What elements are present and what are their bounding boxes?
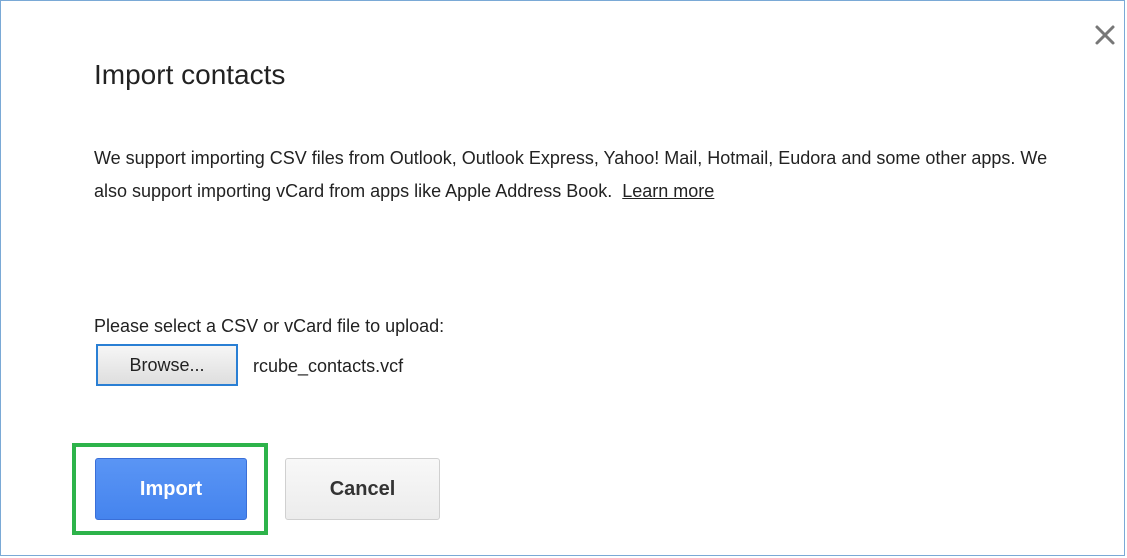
dialog-title: Import contacts	[94, 59, 286, 90]
import-contacts-dialog: Import contacts We support importing CSV…	[0, 0, 1125, 556]
close-icon[interactable]	[1091, 21, 1119, 49]
selected-file-name: rcube_contacts.vcf	[253, 356, 404, 376]
learn-more-link[interactable]: Learn more	[622, 181, 714, 201]
description-text: We support importing CSV files from Outl…	[94, 148, 1048, 201]
import-button[interactable]: Import	[95, 458, 247, 520]
cancel-button[interactable]: Cancel	[285, 458, 440, 520]
file-select-label: Please select a CSV or vCard file to upl…	[94, 316, 445, 336]
dialog-description: We support importing CSV files from Outl…	[94, 142, 1074, 208]
browse-button[interactable]: Browse...	[96, 344, 238, 386]
